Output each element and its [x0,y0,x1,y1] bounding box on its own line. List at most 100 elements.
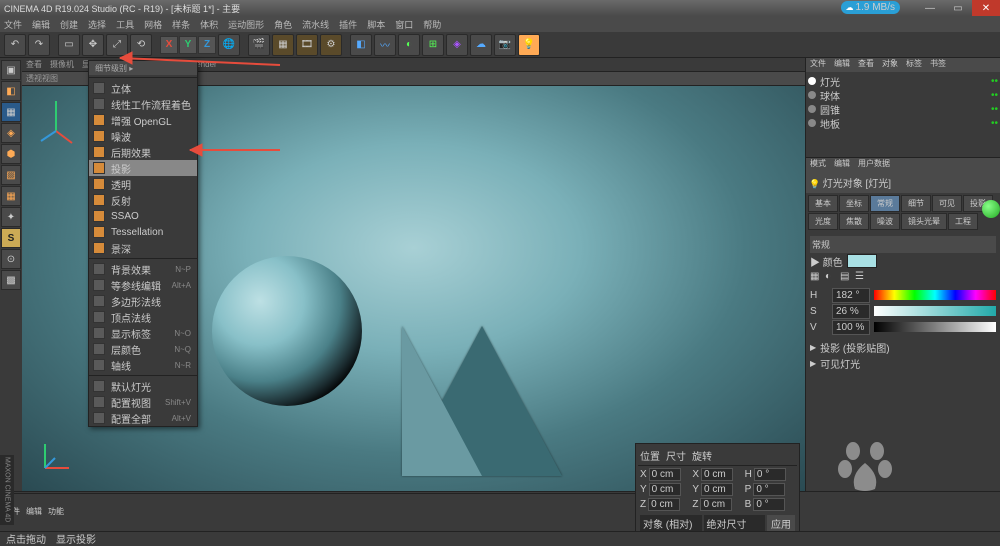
point-mode-button[interactable]: ⬢ [1,144,21,164]
attr-visible-light-row[interactable]: ▶ 可见灯光 [810,355,996,371]
render-pv-button[interactable]: 🎞 [296,34,318,56]
color-mode-icon[interactable]: ▦ [810,271,824,285]
coord-field[interactable]: P0 ° [745,483,795,496]
dropdown-item[interactable]: 多边形法线 [89,293,197,309]
attr-tab[interactable]: 可见 [932,195,962,212]
maximize-button[interactable]: ▭ [944,0,972,16]
material-menu-item[interactable]: 功能 [48,506,64,517]
color-label[interactable]: ▶ 颜色 [810,254,843,269]
object-row[interactable]: 地板•• [808,116,998,130]
environment-button[interactable]: ☁ [470,34,492,56]
attr-tab[interactable]: 镜头光晕 [901,213,947,230]
menu-item[interactable]: 角色 [274,18,292,31]
menu-item[interactable]: 文件 [4,18,22,31]
coord-tab[interactable]: 位置 [640,448,660,463]
panel-tab[interactable]: 文件 [810,58,826,72]
snap-button[interactable]: ⊙ [1,249,21,269]
coord-field[interactable]: Y0 cm [692,483,742,496]
menu-item[interactable]: 样条 [172,18,190,31]
dropdown-item[interactable]: 默认灯光 [89,378,197,394]
panel-tab[interactable]: 编辑 [834,158,850,172]
coord-apply-button[interactable]: 应用 [767,515,795,532]
edge-mode-button[interactable]: ▨ [1,165,21,185]
object-row[interactable]: 球体•• [808,88,998,102]
panel-tab[interactable]: 编辑 [834,58,850,72]
redo-button[interactable]: ↷ [28,34,50,56]
camera-button[interactable]: 📷 [494,34,516,56]
spline-button[interactable]: 〰 [374,34,396,56]
attr-tab[interactable]: 细节 [901,195,931,212]
val-slider[interactable] [874,322,996,332]
dropdown-item[interactable]: 显示标签N~O [89,325,197,341]
model-mode-button[interactable]: ◧ [1,81,21,101]
dropdown-item[interactable]: SSAO [89,208,197,224]
viewport-menu-item[interactable]: 查看 [26,59,42,70]
viewport-solo-button[interactable]: S [1,228,21,248]
attr-tab[interactable]: 基本 [808,195,838,212]
workplane-snap-button[interactable]: ▩ [1,270,21,290]
viewport-menu-item[interactable]: 摄像机 [50,59,74,70]
menu-item[interactable]: 流水线 [302,18,329,31]
attr-tab[interactable]: 工程 [948,213,978,230]
coord-field[interactable]: B0 ° [745,498,795,511]
coord-size-select[interactable]: 绝对尺寸 [704,515,766,532]
dropdown-item[interactable]: 背景效果N~P [89,261,197,277]
array-button[interactable]: ⊞ [422,34,444,56]
material-menu-item[interactable]: 编辑 [26,506,42,517]
val-value[interactable]: 100 % [832,320,870,335]
coord-field[interactable]: X0 cm [640,468,690,481]
minimize-button[interactable]: — [916,0,944,16]
attr-tab[interactable]: 常规 [870,195,900,212]
menu-item[interactable]: 选择 [88,18,106,31]
panel-tab[interactable]: 对象 [882,58,898,72]
generator-button[interactable]: ◐ [398,34,420,56]
dropdown-item[interactable]: 透明 [89,176,197,192]
menu-item[interactable]: 窗口 [395,18,413,31]
dropdown-item[interactable]: 配置视图Shift+V [89,394,197,410]
attr-tab[interactable]: 焦散 [839,213,869,230]
close-button[interactable]: ✕ [972,0,1000,16]
cube-primitive-button[interactable]: ◧ [350,34,372,56]
menu-item[interactable]: 脚本 [367,18,385,31]
coord-mode-select[interactable]: 对象 (相对) [640,515,702,532]
object-row[interactable]: 灯光•• [808,74,998,88]
object-row[interactable]: 圆锥•• [808,102,998,116]
coord-tab[interactable]: 尺寸 [666,448,686,463]
light-button[interactable]: 💡 [518,34,540,56]
coord-field[interactable]: Z0 cm [692,498,742,511]
menu-item[interactable]: 工具 [116,18,134,31]
menu-item[interactable]: 帮助 [423,18,441,31]
panel-tab[interactable]: 用户数据 [858,158,890,172]
menu-item[interactable]: 插件 [339,18,357,31]
coord-field[interactable]: H0 ° [745,468,795,481]
panel-tab[interactable]: 标签 [906,58,922,72]
dropdown-item[interactable]: 顶点法线 [89,309,197,325]
deformer-button[interactable]: ◈ [446,34,468,56]
attr-tab[interactable]: 噪波 [870,213,900,230]
color-mode-icon[interactable]: ☰ [855,271,869,285]
render-settings-button[interactable]: ⚙ [320,34,342,56]
dropdown-item[interactable]: 反射 [89,192,197,208]
coord-tab[interactable]: 旋转 [692,448,712,463]
dropdown-item[interactable]: 层颜色N~Q [89,341,197,357]
dropdown-item[interactable]: 景深 [89,240,197,256]
workplane-button[interactable]: ◈ [1,123,21,143]
menu-item[interactable]: 编辑 [32,18,50,31]
attr-tab[interactable]: 光度 [808,213,838,230]
texture-mode-button[interactable]: ▦ [1,102,21,122]
coord-field[interactable]: X0 cm [692,468,742,481]
dropdown-item[interactable]: 等参线编辑Alt+A [89,277,197,293]
color-swatch[interactable] [847,254,877,268]
hue-slider[interactable] [874,290,996,300]
attr-tab[interactable]: 坐标 [839,195,869,212]
panel-tab[interactable]: 模式 [810,158,826,172]
undo-button[interactable]: ↶ [4,34,26,56]
menu-item[interactable]: 体积 [200,18,218,31]
panel-tab[interactable]: 书签 [930,58,946,72]
dropdown-item[interactable]: 配置全部Alt+V [89,410,197,426]
dropdown-item[interactable]: 轴线N~R [89,357,197,373]
coord-field[interactable]: Y0 cm [640,483,690,496]
live-select-button[interactable]: ▭ [58,34,80,56]
panel-tab[interactable]: 查看 [858,58,874,72]
dropdown-item[interactable]: 投影 [89,160,197,176]
